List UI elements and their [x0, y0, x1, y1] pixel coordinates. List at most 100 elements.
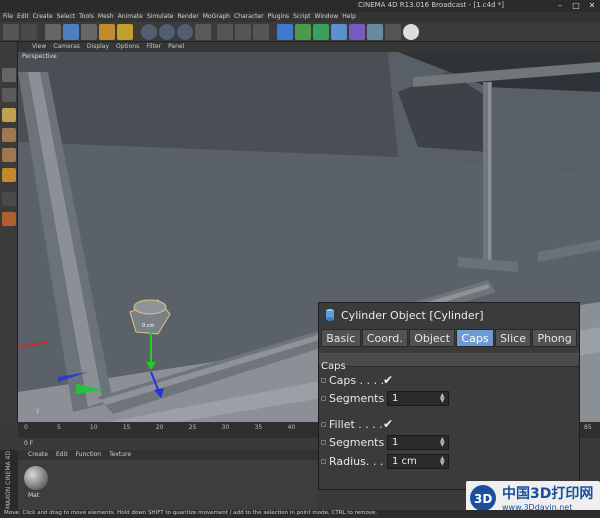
viewport-menu-item-panel[interactable]: Panel	[168, 42, 184, 52]
maximize-button[interactable]: □	[568, 1, 584, 11]
timeline-tick: 15	[122, 424, 131, 431]
fillet-segments-field[interactable]: 1 ▲ ▼	[387, 435, 449, 450]
y-axis-icon[interactable]	[159, 24, 175, 40]
radius-row: Radius. . . 1 cm ▲ ▼	[319, 454, 579, 470]
status-bar: Move: Click and drag to move elements. H…	[0, 510, 600, 518]
segments-field[interactable]: 1 ▲ ▼	[387, 391, 449, 406]
camera-icon[interactable]	[385, 24, 401, 40]
render-settings-icon[interactable]	[253, 24, 269, 40]
points-mode-icon[interactable]	[2, 128, 16, 142]
tab-caps[interactable]: Caps	[456, 329, 494, 347]
undo-icon[interactable]	[3, 24, 19, 40]
menu-item-mograph[interactable]: MoGraph	[203, 12, 230, 22]
render-picture-viewer-icon[interactable]	[235, 24, 251, 40]
timeline-tick: 25	[188, 424, 197, 431]
menu-item-create[interactable]: Create	[33, 12, 53, 22]
menu-item-file[interactable]: File	[3, 12, 13, 22]
z-axis-icon[interactable]	[177, 24, 193, 40]
viewport-menu-item-filter[interactable]: Filter	[146, 42, 161, 52]
spinner-icon[interactable]: ▲ ▼	[440, 456, 446, 467]
axis-mode-icon[interactable]	[2, 192, 16, 206]
tab-coord[interactable]: Coord.	[361, 329, 408, 347]
menu-item-edit[interactable]: Edit	[17, 12, 29, 22]
object-dimension-label: 0 cm	[142, 323, 155, 329]
floor-icon[interactable]	[367, 24, 383, 40]
attribute-title: Cylinder Object [Cylinder]	[341, 308, 484, 322]
caps-row: Caps . . . . ✔	[319, 373, 579, 389]
render-view-icon[interactable]	[217, 24, 233, 40]
scale-icon[interactable]	[81, 24, 97, 40]
current-frame[interactable]: 0 F	[24, 440, 33, 447]
keyframe-dot[interactable]	[321, 422, 326, 427]
tab-object[interactable]: Object	[408, 329, 456, 347]
viewport-menu-item-cameras[interactable]: Cameras	[53, 42, 80, 52]
watermark-logo-icon: 3D	[470, 485, 496, 511]
spinner-icon[interactable]: ▲ ▼	[440, 437, 446, 448]
move-icon[interactable]	[63, 24, 79, 40]
menu-item-window[interactable]: Window	[315, 12, 339, 22]
viewport-menu: View Cameras Display Options Filter Panel	[18, 42, 600, 52]
timeline-tick: 10	[89, 424, 98, 431]
viewport-menu-item-view[interactable]: View	[32, 42, 46, 52]
caps-checkbox[interactable]: ✔	[383, 373, 396, 387]
menu-item-mesh[interactable]: Mesh	[98, 12, 114, 22]
material-menu-item-create[interactable]: Create	[28, 450, 48, 460]
material-menu-item-edit[interactable]: Edit	[56, 450, 68, 460]
timeline-tick: 20	[155, 424, 164, 431]
material-menu-item-texture[interactable]: Texture	[109, 450, 131, 460]
fillet-row: Fillet . . . . ✔	[319, 417, 579, 433]
scene-icon[interactable]	[349, 24, 365, 40]
rotate-icon[interactable]	[99, 24, 115, 40]
viewport-menu-item-options[interactable]: Options	[116, 42, 139, 52]
texture-mode-icon[interactable]	[2, 88, 16, 102]
redo-icon[interactable]	[21, 24, 37, 40]
light-icon[interactable]	[403, 24, 419, 40]
nurbs-icon[interactable]	[295, 24, 311, 40]
x-axis-icon[interactable]	[141, 24, 157, 40]
svg-text:y: y	[36, 407, 40, 414]
keyframe-dot[interactable]	[321, 440, 326, 445]
left-tool-palette	[0, 42, 18, 422]
title-bar: CINEMA 4D R13.016 Broadcast - [1.c4d *] …	[0, 0, 600, 12]
snap-icon[interactable]	[2, 212, 16, 226]
select-arrow-icon[interactable]	[45, 24, 61, 40]
menu-item-script[interactable]: Script	[293, 12, 310, 22]
deformer-icon[interactable]	[331, 24, 347, 40]
menu-item-simulate[interactable]: Simulate	[147, 12, 174, 22]
coordinate-system-icon[interactable]	[195, 24, 211, 40]
radius-field[interactable]: 1 cm ▲ ▼	[387, 454, 449, 469]
fillet-checkbox[interactable]: ✔	[383, 417, 396, 431]
menu-item-tools[interactable]: Tools	[79, 12, 94, 22]
keyframe-dot[interactable]	[321, 378, 326, 383]
tab-phong[interactable]: Phong	[532, 329, 577, 347]
menu-item-help[interactable]: Help	[342, 12, 356, 22]
watermark-site-name: 中国3D打印网	[502, 486, 594, 502]
menu-item-animate[interactable]: Animate	[118, 12, 143, 22]
close-button[interactable]: ✕	[584, 1, 600, 11]
array-icon[interactable]	[313, 24, 329, 40]
spinner-icon[interactable]: ▲ ▼	[440, 393, 446, 404]
model-mode-icon[interactable]	[2, 108, 16, 122]
make-editable-icon[interactable]	[2, 68, 16, 82]
material-menu-item-function[interactable]: Function	[76, 450, 102, 460]
add-icon[interactable]	[117, 24, 133, 40]
viewport-menu-item-display[interactable]: Display	[87, 42, 109, 52]
polygons-mode-icon[interactable]	[2, 168, 16, 182]
menu-item-select[interactable]: Select	[57, 12, 76, 22]
minimize-button[interactable]: –	[552, 1, 568, 11]
keyframe-dot[interactable]	[321, 396, 326, 401]
edges-mode-icon[interactable]	[2, 148, 16, 162]
material-swatch[interactable]	[24, 466, 48, 490]
tab-basic[interactable]: Basic	[321, 329, 361, 347]
material-menu: Create Edit Function Texture	[18, 450, 318, 460]
cube-icon[interactable]	[277, 24, 293, 40]
timeline-tick: 35	[254, 424, 263, 431]
segments-row: Segments 1 ▲ ▼	[319, 391, 579, 407]
status-text: Move: Click and drag to move elements. H…	[4, 510, 378, 516]
keyframe-dot[interactable]	[321, 459, 326, 464]
menu-item-render[interactable]: Render	[177, 12, 198, 22]
fillet-label: Fillet . . . .	[329, 418, 383, 431]
menu-item-character[interactable]: Character	[234, 12, 264, 22]
menu-item-plugins[interactable]: Plugins	[268, 12, 290, 22]
tab-slice[interactable]: Slice	[494, 329, 532, 347]
